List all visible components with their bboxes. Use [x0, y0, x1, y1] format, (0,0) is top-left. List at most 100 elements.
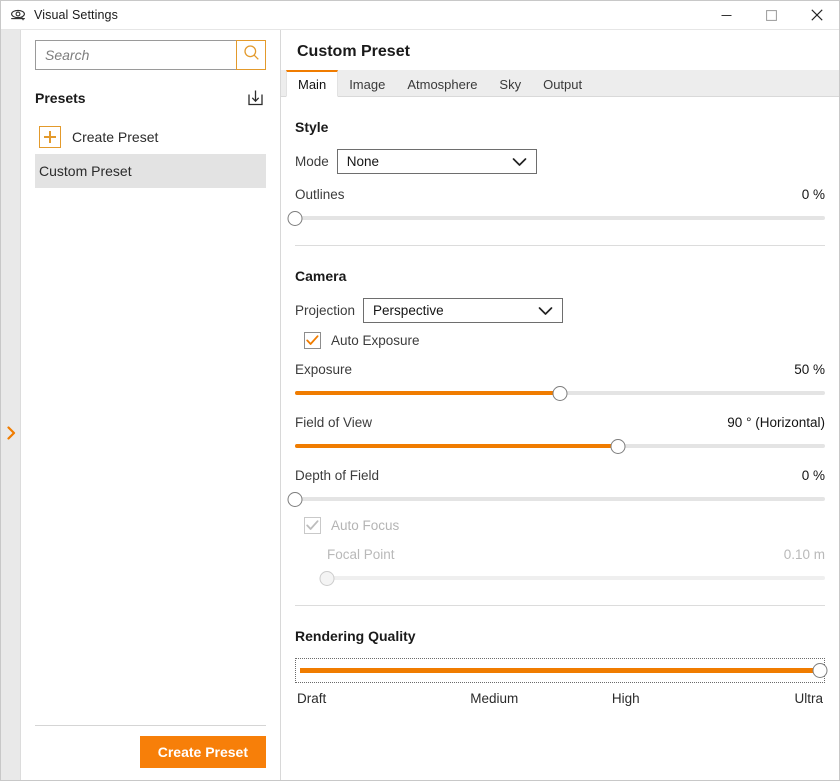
maximize-button[interactable] [749, 1, 794, 30]
outlines-slider[interactable] [295, 209, 825, 227]
search-input[interactable] [35, 40, 236, 70]
tab-main[interactable]: Main [286, 70, 338, 97]
section-rendering-quality: Rendering Quality Draft Medium High Ultr… [281, 628, 839, 706]
slider-fill [295, 444, 618, 448]
presets-sidebar: Presets Create Preset [21, 30, 281, 780]
projection-label: Projection [295, 303, 355, 318]
outlines-unit: % [813, 187, 825, 202]
focal-point-slider [327, 569, 825, 587]
slider-thumb[interactable] [553, 386, 568, 401]
fov-slider[interactable] [295, 437, 825, 455]
list-item-label: Custom Preset [39, 163, 132, 179]
window-title: Visual Settings [34, 8, 118, 22]
plus-icon [39, 126, 61, 148]
tab-image[interactable]: Image [338, 70, 396, 97]
section-title-style: Style [295, 119, 825, 135]
check-icon [306, 335, 319, 346]
list-item-create-preset[interactable]: Create Preset [35, 120, 266, 154]
rendering-quality-slider[interactable] [295, 658, 825, 683]
slider-track [295, 497, 825, 501]
title-bar: Visual Settings [1, 1, 839, 30]
outlines-slider-block: Outlines 0 % [295, 187, 825, 227]
projection-select[interactable]: Perspective [363, 298, 563, 323]
focal-point-label: Focal Point [327, 547, 395, 562]
chevron-down-icon [520, 306, 553, 316]
fov-value: 90 [727, 415, 742, 430]
mode-select[interactable]: None [337, 149, 537, 174]
section-title-camera: Camera [295, 268, 825, 284]
projection-row: Projection Perspective [295, 298, 825, 323]
preset-list: Create Preset Custom Preset [21, 120, 280, 725]
import-icon[interactable] [244, 87, 266, 109]
rendering-quality-ticks: Draft Medium High Ultra [295, 691, 825, 706]
tick-draft[interactable]: Draft [297, 691, 429, 706]
exposure-label: Exposure [295, 362, 352, 377]
minimize-button[interactable] [704, 1, 749, 30]
search-button[interactable] [236, 40, 266, 70]
sidebar-footer: Create Preset [35, 725, 266, 780]
focal-point-unit: m [814, 547, 825, 562]
auto-exposure-row: Auto Exposure [304, 332, 825, 349]
eye-icon [9, 6, 27, 24]
mode-value: None [347, 154, 379, 169]
tab-sky[interactable]: Sky [488, 70, 532, 97]
depth-of-field-value: 0 [802, 468, 810, 483]
window-controls [704, 1, 839, 30]
depth-of-field-slider-block: Depth of Field 0 % [295, 468, 825, 508]
focal-point-value: 0.10 [784, 547, 810, 562]
outlines-label: Outlines [295, 187, 345, 202]
chevron-right-icon[interactable] [4, 424, 18, 442]
depth-of-field-label: Depth of Field [295, 468, 379, 483]
auto-exposure-label: Auto Exposure [331, 333, 420, 348]
tab-bar: Main Image Atmosphere Sky Output [281, 70, 839, 97]
tab-output[interactable]: Output [532, 70, 593, 97]
mode-label: Mode [295, 154, 329, 169]
slider-thumb[interactable] [813, 663, 828, 678]
create-preset-button[interactable]: Create Preset [140, 736, 266, 768]
fov-unit: ° (Horizontal) [746, 415, 825, 430]
close-button[interactable] [794, 1, 839, 30]
auto-exposure-checkbox[interactable] [304, 332, 321, 349]
depth-of-field-slider[interactable] [295, 490, 825, 508]
chevron-down-icon [494, 157, 527, 167]
fov-label: Field of View [295, 415, 372, 430]
slider-thumb[interactable] [288, 492, 303, 507]
slider-track [327, 576, 825, 580]
fov-slider-block: Field of View 90 ° (Horizontal) [295, 415, 825, 455]
exposure-slider[interactable] [295, 384, 825, 402]
tab-atmosphere[interactable]: Atmosphere [396, 70, 488, 97]
depth-of-field-unit: % [813, 468, 825, 483]
tick-ultra[interactable]: Ultra [692, 691, 824, 706]
auto-focus-checkbox [304, 517, 321, 534]
presets-label: Presets [35, 90, 86, 106]
slider-thumb[interactable] [611, 439, 626, 454]
settings-panel: Custom Preset Main Image Atmosphere Sky … [281, 30, 839, 780]
slider-fill [300, 668, 820, 673]
exposure-unit: % [813, 362, 825, 377]
auto-focus-row: Auto Focus [304, 517, 825, 534]
presets-header: Presets [35, 86, 266, 110]
exposure-value: 50 [794, 362, 809, 377]
tick-medium[interactable]: Medium [429, 691, 561, 706]
divider [295, 245, 825, 246]
outlines-value: 0 [802, 187, 810, 202]
tab-content-main: Style Mode None [281, 97, 839, 780]
auto-focus-label: Auto Focus [331, 518, 399, 533]
search-row [35, 40, 266, 70]
page-title: Custom Preset [281, 30, 839, 61]
visual-settings-window: Visual Settings [0, 0, 840, 781]
list-item-custom-preset[interactable]: Custom Preset [35, 154, 266, 188]
section-style: Style Mode None [281, 119, 839, 227]
mode-row: Mode None [295, 149, 825, 174]
tick-high[interactable]: High [560, 691, 692, 706]
section-title-rendering-quality: Rendering Quality [295, 628, 825, 644]
check-icon [306, 520, 319, 531]
collapse-rail [1, 30, 21, 780]
focal-point-slider-block: Focal Point 0.10 m [327, 547, 825, 587]
exposure-slider-block: Exposure 50 % [295, 362, 825, 402]
slider-track [295, 216, 825, 220]
projection-value: Perspective [373, 303, 444, 318]
slider-thumb[interactable] [288, 211, 303, 226]
section-camera: Camera Projection Perspective [281, 268, 839, 587]
slider-fill [295, 391, 560, 395]
